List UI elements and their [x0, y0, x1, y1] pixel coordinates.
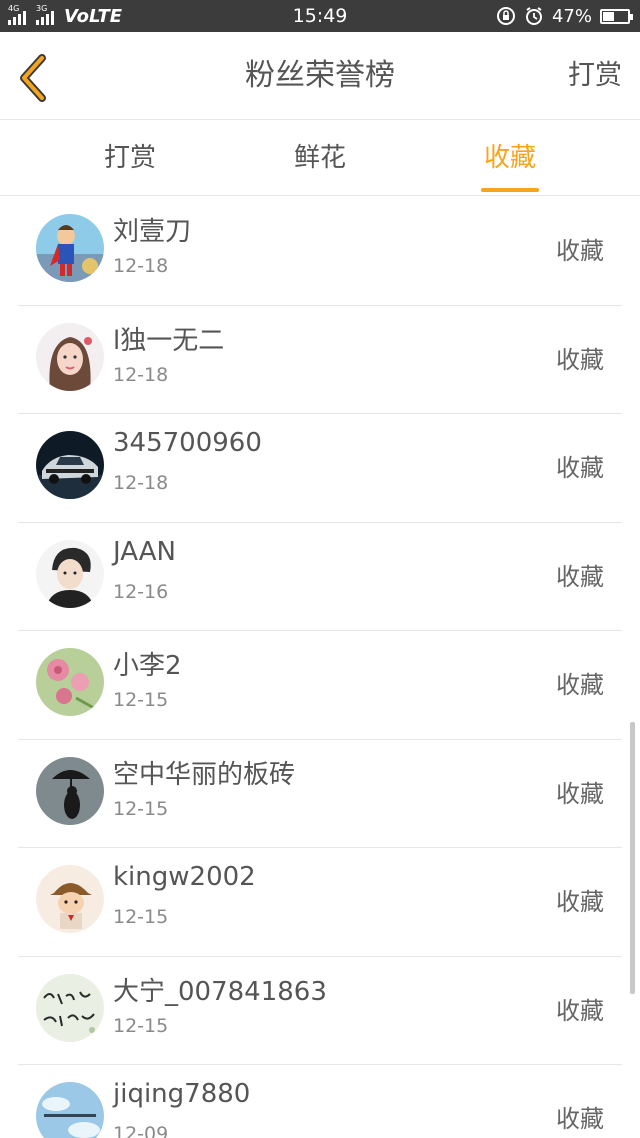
navigation-header: 粉丝荣誉榜 打赏	[0, 32, 640, 120]
item-action: 收藏	[556, 779, 604, 808]
item-action: 收藏	[556, 671, 604, 699]
list-item[interactable]: jiqing7880 12-09 收藏	[18, 1065, 622, 1138]
avatar	[36, 756, 104, 825]
battery-icon	[600, 8, 633, 24]
list-item[interactable]: 小李2 12-15 收藏	[18, 631, 622, 740]
user-name: 空中华丽的板砖	[113, 759, 296, 790]
list-item[interactable]: l独一无二 12-18 收藏	[18, 306, 622, 414]
list-item[interactable]: kingw2002 12-15 收藏	[18, 848, 622, 957]
item-date: 12-18	[113, 472, 169, 494]
item-action: 收藏	[556, 888, 604, 916]
item-action: 收藏	[556, 454, 604, 482]
item-date: 12-15	[113, 797, 169, 820]
user-name: l独一无二	[113, 325, 225, 356]
list-item[interactable]: 空中华丽的板砖 12-15 收藏	[18, 740, 622, 848]
list-item[interactable]: 345700960 12-18 收藏	[18, 414, 622, 523]
reward-button[interactable]: 打赏	[568, 32, 622, 120]
item-action: 收藏	[556, 345, 604, 374]
tab-reward[interactable]: 打赏	[70, 121, 190, 196]
item-action: 收藏	[556, 996, 604, 1025]
user-name: JAAN	[113, 536, 176, 567]
item-date: 12-16	[113, 580, 169, 603]
avatar	[36, 1082, 104, 1138]
battery-percent: 47%	[551, 5, 592, 27]
item-date: 12-09	[113, 1123, 169, 1138]
item-date: 12-18	[113, 255, 169, 277]
user-name: 小李2	[113, 651, 182, 681]
avatar	[36, 865, 104, 933]
item-action: 收藏	[556, 237, 604, 265]
user-name: 刘壹刀	[113, 217, 192, 247]
avatar	[36, 539, 104, 608]
fan-list[interactable]: 刘壹刀 12-18 收藏 l独一无二 12-18 收藏 345700960 12…	[0, 197, 640, 1138]
item-date: 12-15	[113, 689, 169, 711]
avatar	[36, 431, 104, 499]
scrollbar[interactable]	[630, 722, 635, 994]
user-name: jiqing7880	[113, 1079, 251, 1109]
user-name: kingw2002	[113, 862, 256, 892]
avatar	[36, 214, 104, 282]
item-action: 收藏	[556, 1105, 604, 1133]
list-item[interactable]: JAAN 12-16 收藏	[18, 523, 622, 631]
tab-flowers[interactable]: 鲜花	[260, 121, 380, 196]
avatar	[36, 973, 104, 1042]
list-item[interactable]: 大宁_007841863 12-15 收藏	[18, 957, 622, 1065]
avatar	[36, 322, 104, 391]
tab-bar: 打赏 鲜花 收藏	[0, 121, 640, 196]
alarm-icon	[525, 7, 542, 25]
lock-rotation-icon	[496, 7, 515, 25]
item-date: 12-15	[113, 906, 169, 928]
status-bar: 4G 3G VoLTE 15:49 47%	[0, 0, 640, 32]
item-date: 12-18	[113, 363, 169, 386]
user-name: 345700960	[113, 428, 262, 458]
item-date: 12-15	[113, 1014, 169, 1037]
user-name: 大宁_007841863	[113, 976, 327, 1007]
avatar	[36, 648, 104, 716]
status-right: 47%	[496, 0, 633, 32]
item-action: 收藏	[556, 562, 604, 591]
list-item[interactable]: 刘壹刀 12-18 收藏	[18, 197, 622, 306]
page-title: 粉丝荣誉榜	[245, 58, 395, 93]
tab-favorites[interactable]: 收藏	[450, 121, 570, 196]
